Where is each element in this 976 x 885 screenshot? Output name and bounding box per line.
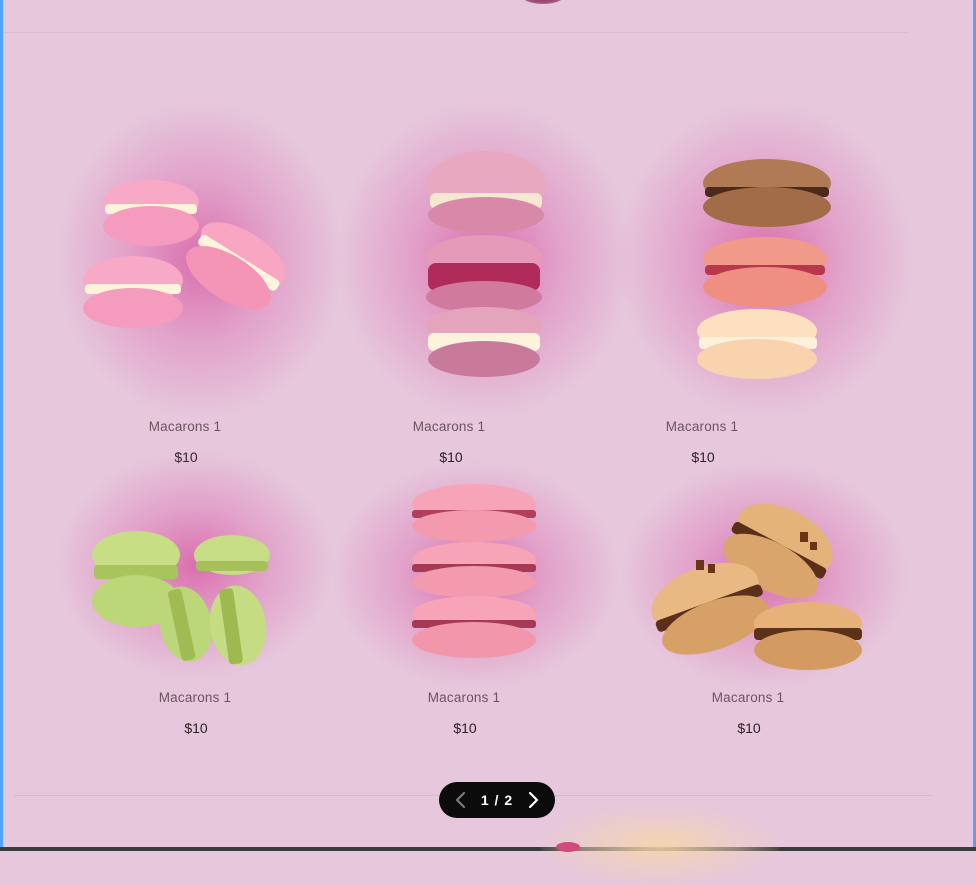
product-name: Macarons 1	[412, 419, 486, 434]
product-card[interactable]: Macarons 1 $10	[55, 450, 355, 750]
pistachio-macarons-image	[92, 531, 270, 665]
window-frame-left	[0, 0, 3, 851]
prev-page-button[interactable]	[447, 786, 475, 814]
product-name: Macarons 1	[158, 690, 232, 705]
next-page-button[interactable]	[519, 786, 547, 814]
product-card[interactable]: Macarons 1 $10	[335, 100, 635, 480]
product-card[interactable]: Macarons 1 $10	[330, 460, 630, 750]
strawberry-macaron-stack-image	[412, 484, 536, 658]
product-card[interactable]: Macarons 1 $10	[615, 100, 915, 480]
product-card[interactable]: Macarons 1 $10	[620, 460, 920, 750]
chocolate-raspberry-vanilla-stack-image	[697, 159, 831, 379]
product-card[interactable]: Macarons 1 $10	[45, 100, 345, 480]
pink-macarons-image	[83, 180, 286, 328]
product-name: Macarons 1	[665, 419, 739, 434]
section-divider-top	[3, 32, 908, 33]
product-name: Macarons 1	[711, 690, 785, 705]
chevron-left-icon	[455, 791, 466, 809]
page-indicator: 1 / 2	[480, 792, 514, 808]
product-price: $10	[453, 720, 477, 736]
top-decor	[520, 0, 566, 4]
product-price: $10	[184, 720, 208, 736]
bitten-macaron-stack-image	[426, 151, 546, 377]
product-price: $10	[737, 720, 761, 736]
window-frame-bottom	[0, 847, 976, 851]
pagination-control: 1 / 2	[439, 782, 555, 818]
chevron-right-icon	[528, 791, 539, 809]
caramel-macarons-image	[651, 503, 862, 670]
product-name: Macarons 1	[427, 690, 501, 705]
product-name: Macarons 1	[148, 419, 222, 434]
